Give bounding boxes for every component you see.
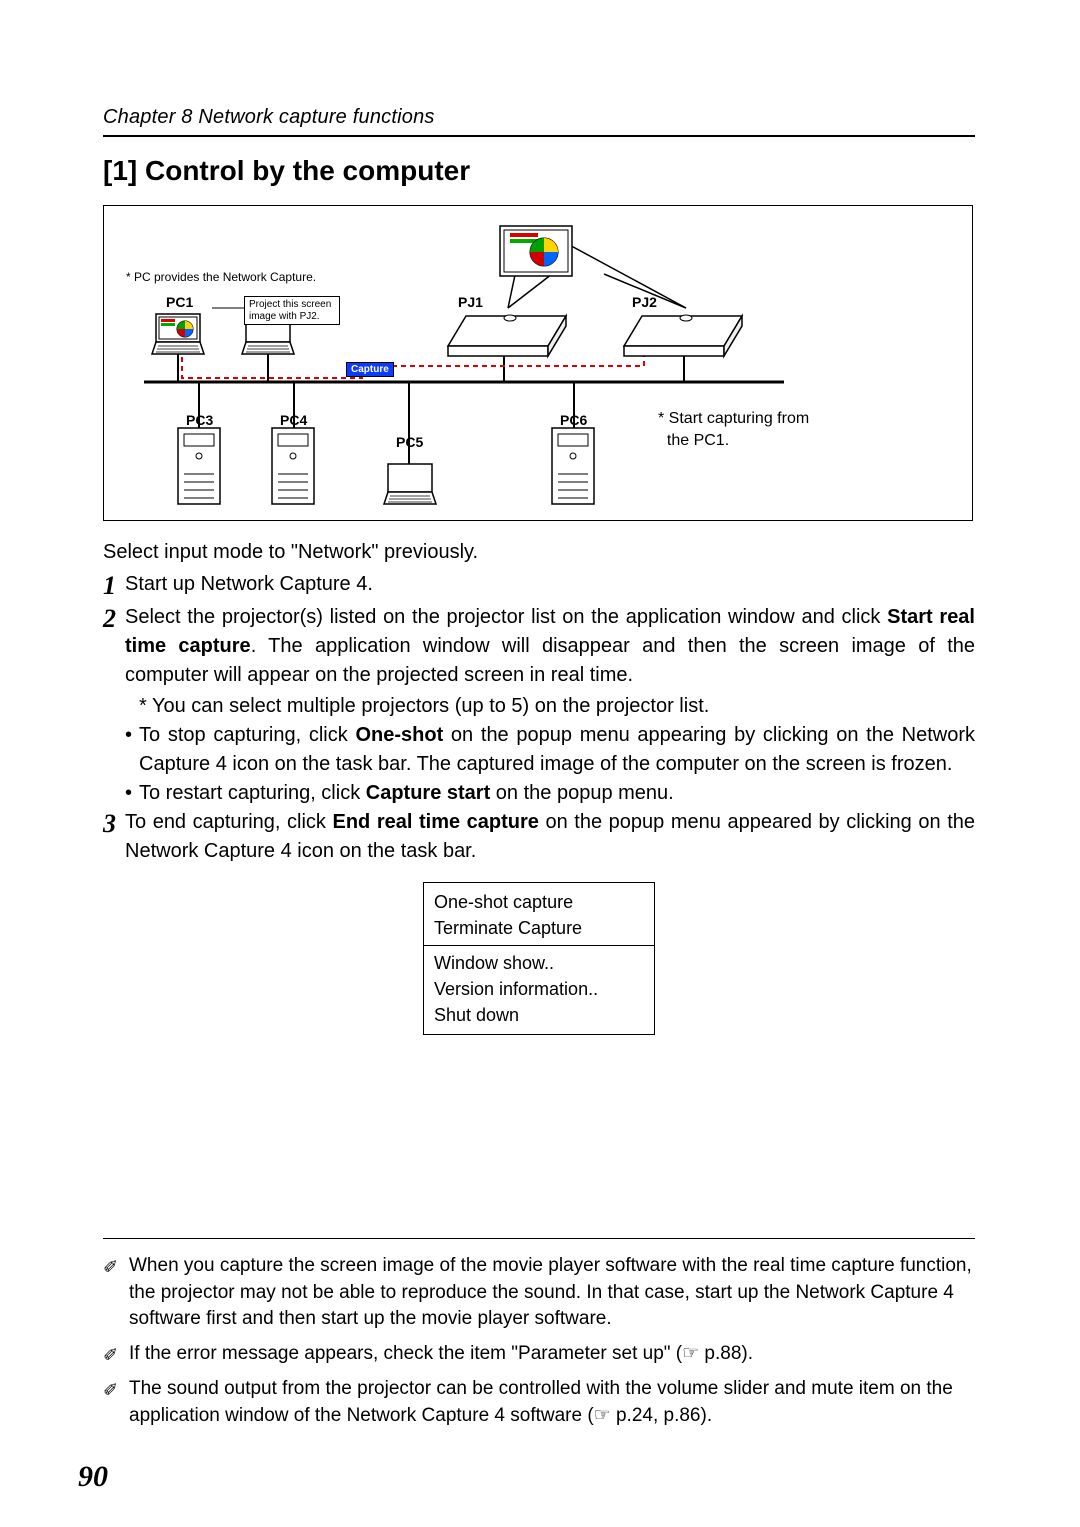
popup-item-version[interactable]: Version information.. [434, 976, 644, 1002]
side-note-l1: * Start capturing from [658, 410, 809, 427]
step-2-number: 2 [103, 603, 125, 634]
section-title: [1] Control by the computer [103, 155, 975, 187]
chapter-header: Chapter 8 Network capture functions [103, 106, 975, 137]
diagram-pc-note: * PC provides the Network Capture. [126, 270, 316, 284]
popup-item-one-shot[interactable]: One-shot capture [434, 889, 644, 915]
note-l1: Project this screen [249, 299, 331, 310]
s2b1a: To stop capturing, click [139, 724, 355, 746]
note-l2: image with PJ2. [249, 311, 320, 322]
popup-item-terminate[interactable]: Terminate Capture [434, 915, 644, 941]
step-2-bullet-2: To restart capturing, click Capture star… [139, 779, 975, 808]
s3a: To end capturing, click [125, 811, 332, 833]
steps: 1 Start up Network Capture 4. 2 Select t… [103, 570, 975, 866]
label-pc6: PC6 [560, 412, 587, 428]
step-2-bullet-1: To stop capturing, click One-shot on the… [139, 721, 975, 779]
footnote-2: If the error message appears, check the … [129, 1341, 975, 1368]
step-2-note: * You can select multiple projectors (up… [125, 692, 975, 721]
s2a: Select the projector(s) listed on the pr… [125, 606, 887, 628]
popup-item-window-show[interactable]: Window show.. [434, 950, 644, 976]
step-1-number: 1 [103, 570, 125, 601]
label-pc3: PC3 [186, 412, 213, 428]
page-number: 90 [78, 1460, 108, 1494]
s3b: End real time capture [332, 811, 538, 833]
s2c: . The application window will disappear … [125, 635, 975, 686]
footnote-3: The sound output from the projector can … [129, 1376, 975, 1429]
footnote-1: When you capture the screen image of the… [129, 1253, 975, 1333]
bullet-dot: • [125, 721, 139, 779]
label-pc1: PC1 [166, 294, 193, 310]
intro-line: Select input mode to "Network" previousl… [103, 541, 975, 564]
s2b1b: One-shot [355, 724, 443, 746]
network-diagram: * PC provides the Network Capture. PC1 P… [103, 205, 973, 521]
step-2-text: Select the projector(s) listed on the pr… [125, 603, 975, 690]
pencil-icon: ✐ [103, 1253, 129, 1333]
popup-separator [424, 945, 654, 946]
popup-menu: One-shot capture Terminate Capture Windo… [423, 882, 655, 1035]
popup-item-shutdown[interactable]: Shut down [434, 1002, 644, 1028]
label-pj1: PJ1 [458, 294, 483, 310]
diagram-side-note: * Start capturing from the PC1. [658, 408, 858, 451]
capture-badge: Capture [346, 362, 394, 377]
step-3-number: 3 [103, 808, 125, 839]
s2b2b: Capture start [366, 782, 490, 804]
pencil-icon: ✐ [103, 1341, 129, 1368]
label-pc5: PC5 [396, 434, 423, 450]
label-pc4: PC4 [280, 412, 307, 428]
side-note-l2: the PC1. [667, 432, 729, 449]
footnotes: ✐ When you capture the screen image of t… [103, 1238, 975, 1437]
step-3-text: To end capturing, click End real time ca… [125, 808, 975, 866]
s2b2a: To restart capturing, click [139, 782, 366, 804]
pencil-icon: ✐ [103, 1376, 129, 1429]
bullet-dot: • [125, 779, 139, 808]
diagram-svg [104, 206, 972, 520]
s2b2c: on the popup menu. [490, 782, 673, 804]
note-project-screen: Project this screen image with PJ2. [244, 296, 340, 325]
step-1-text: Start up Network Capture 4. [125, 570, 975, 599]
label-pj2: PJ2 [632, 294, 657, 310]
